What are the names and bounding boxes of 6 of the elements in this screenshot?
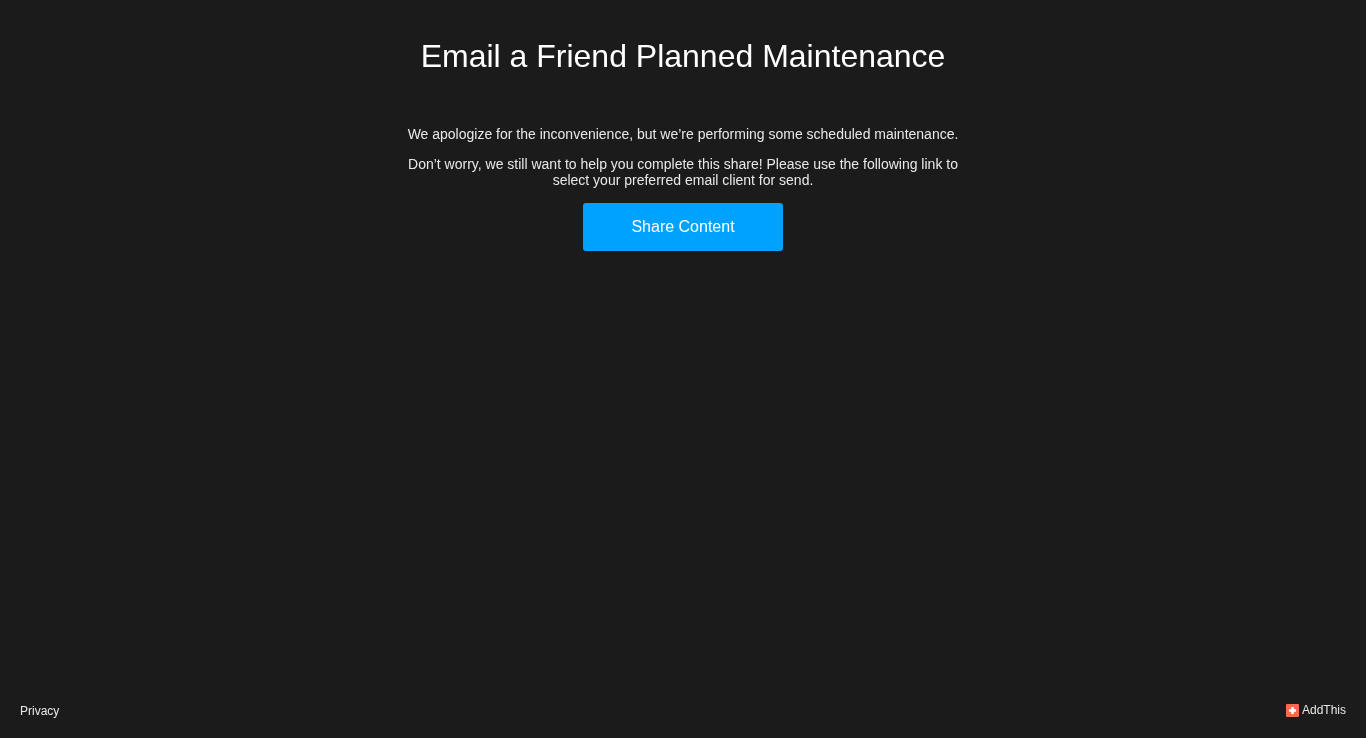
page-title: Email a Friend Planned Maintenance (420, 37, 946, 76)
privacy-link[interactable]: Privacy (20, 704, 60, 718)
brand-link[interactable]: AddThis (1285, 703, 1346, 717)
plus-icon (1285, 703, 1299, 717)
message-text: We apologize for the inconvenience, but we’re performing some scheduled maintenance. (406, 126, 960, 142)
message-text: Don’t worry, we still want to help you complete this share! Please use the following link to select your preferred email client for send. (407, 156, 959, 188)
